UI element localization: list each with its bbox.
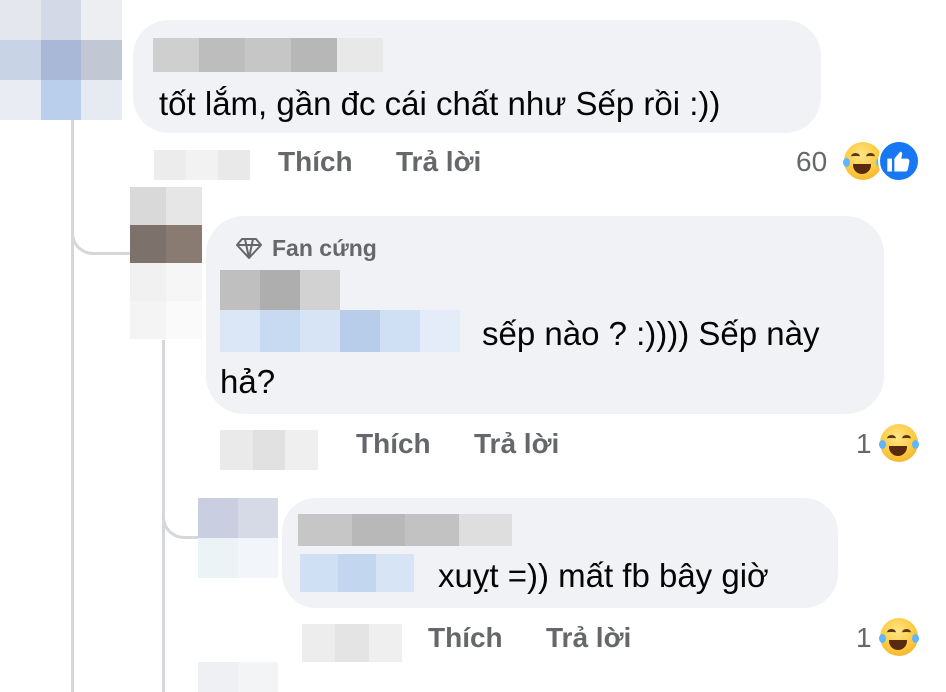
timestamp[interactable] <box>220 430 318 470</box>
mention-tag[interactable] <box>300 554 414 592</box>
haha-emoji-icon[interactable] <box>879 618 919 656</box>
reaction-count[interactable]: 1 <box>856 428 872 460</box>
comment-bubble: Fan cứng sếp nào ? :)))) Sếp này hả? <box>206 216 884 414</box>
reply-action[interactable]: Trả lời <box>396 146 481 178</box>
avatar[interactable] <box>130 187 202 339</box>
thread-curve-reply-2 <box>162 490 203 539</box>
comment-bubble: tốt lắm, gần đc cái chất như Sếp rồi :)) <box>133 20 821 133</box>
like-emoji-icon[interactable] <box>878 140 920 182</box>
author-name[interactable] <box>153 38 383 72</box>
reaction-count[interactable]: 60 <box>796 146 827 178</box>
avatar[interactable] <box>198 662 278 692</box>
avatar[interactable] <box>198 498 278 578</box>
reaction-count[interactable]: 1 <box>856 622 872 654</box>
thread-curve-reply-1 <box>71 200 130 255</box>
diamond-icon <box>236 237 262 264</box>
mention-tag[interactable] <box>220 310 460 352</box>
like-action[interactable]: Thích <box>428 622 503 654</box>
like-action[interactable]: Thích <box>278 146 353 178</box>
comment-bubble: xuỵt =)) mất fb bây giờ <box>282 498 838 608</box>
author-name[interactable] <box>298 514 512 546</box>
reply-action[interactable]: Trả lời <box>474 428 559 460</box>
comment-text: xuỵt =)) mất fb bây giờ <box>438 557 769 594</box>
fan-badge: Fan cứng <box>272 235 377 261</box>
comment-text: tốt lắm, gần đc cái chất như Sếp rồi :)) <box>159 85 721 122</box>
comment-text-line-1: sếp nào ? :)))) Sếp này <box>482 315 820 352</box>
timestamp[interactable] <box>154 150 250 180</box>
author-name[interactable] <box>220 270 340 310</box>
reply-action[interactable]: Trả lời <box>546 622 631 654</box>
like-action[interactable]: Thích <box>356 428 431 460</box>
haha-emoji-icon[interactable] <box>843 142 883 180</box>
comment-text-line-2: hả? <box>220 363 276 400</box>
timestamp[interactable] <box>302 624 402 662</box>
avatar[interactable] <box>0 0 122 120</box>
haha-emoji-icon[interactable] <box>879 424 919 462</box>
